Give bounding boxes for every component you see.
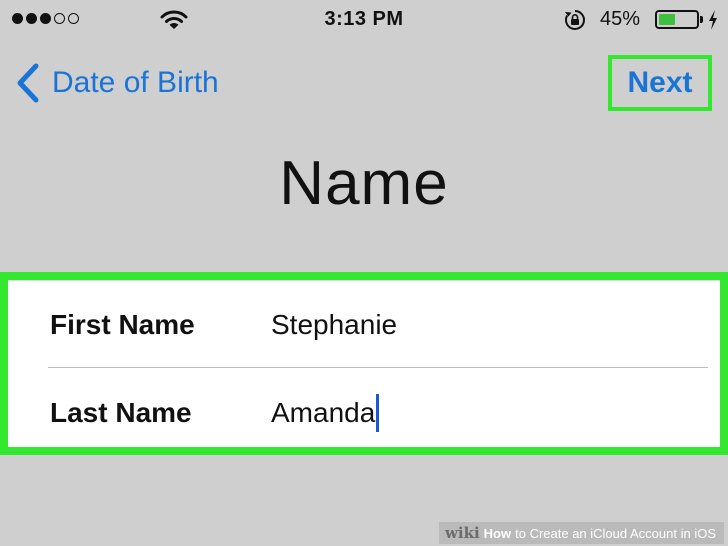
watermark-howto: How bbox=[483, 525, 512, 541]
last-name-label: Last Name bbox=[50, 397, 192, 428]
next-button-label: Next bbox=[627, 66, 693, 99]
text-cursor bbox=[376, 394, 380, 432]
page-title: Name bbox=[279, 149, 449, 218]
charging-bolt-icon bbox=[709, 10, 717, 30]
name-form-highlight: First Name Stephanie Last Name Amanda bbox=[0, 272, 728, 455]
form-top-divider bbox=[8, 280, 720, 281]
watermark-logo: wiki bbox=[444, 524, 480, 542]
rotation-lock-icon bbox=[565, 10, 585, 30]
next-button[interactable]: Next bbox=[608, 55, 712, 111]
battery-tip bbox=[700, 16, 703, 23]
watermark: wiki How to Create an iCloud Account in … bbox=[438, 522, 724, 544]
battery-level-fill bbox=[659, 14, 675, 25]
last-name-value: Amanda bbox=[271, 397, 376, 428]
first-name-row[interactable]: First Name Stephanie bbox=[8, 282, 720, 368]
battery-percent: 45% bbox=[600, 8, 641, 30]
battery-icon bbox=[655, 10, 699, 29]
chevron-left-icon bbox=[17, 63, 39, 103]
row-divider bbox=[48, 367, 708, 368]
first-name-value: Stephanie bbox=[271, 309, 398, 340]
back-button-label: Date of Birth bbox=[52, 66, 219, 99]
back-button[interactable]: Date of Birth bbox=[14, 60, 219, 106]
status-bar: 3:13 PM 45% bbox=[0, 0, 728, 40]
last-name-field[interactable]: Amanda bbox=[271, 394, 380, 432]
name-form: First Name Stephanie Last Name Amanda bbox=[8, 280, 720, 447]
watermark-title: to Create an iCloud Account in iOS bbox=[515, 525, 716, 541]
last-name-row[interactable]: Last Name Amanda bbox=[8, 370, 720, 456]
first-name-label: First Name bbox=[50, 309, 195, 340]
first-name-field[interactable]: Stephanie bbox=[271, 309, 397, 341]
